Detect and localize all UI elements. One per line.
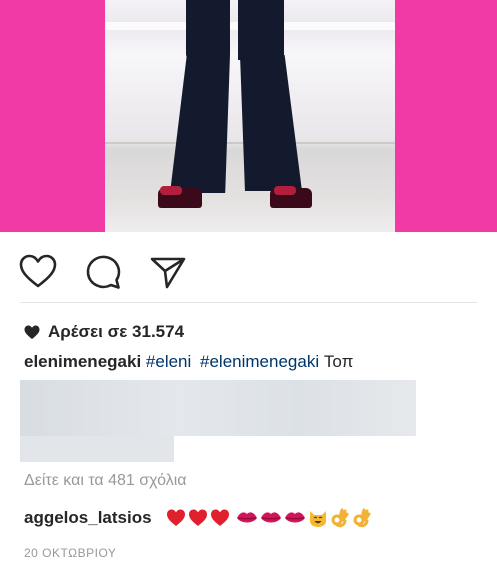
kiss-mark-icon: [284, 512, 305, 523]
post-timestamp: 20 ΟΚΤΩΒΡΙΟΥ: [24, 546, 117, 560]
red-heart-icon: [210, 509, 229, 526]
red-heart-icon: [166, 509, 185, 526]
view-all-comments-link[interactable]: Δείτε και τα 481 σχόλια: [24, 472, 187, 490]
hashtag-link[interactable]: #eleni: [146, 352, 191, 371]
likes-count[interactable]: Αρέσει σε 31.574: [24, 322, 184, 342]
post-actions-bar: [0, 232, 497, 302]
photo-pink-backdrop-left: [0, 0, 105, 232]
smiling-cat-face-icon: [309, 511, 326, 527]
likes-label: Αρέσει σε 31.574: [48, 322, 185, 341]
red-heart-icon: [188, 509, 207, 526]
redacted-caption-line-2: [20, 436, 174, 462]
caption-text: Τοπ: [323, 352, 354, 371]
kiss-mark-icon: [236, 512, 257, 523]
paper-plane-icon[interactable]: [148, 252, 188, 292]
photo-left-leg: [186, 0, 230, 60]
photo-left-shoe-strap: [160, 186, 182, 195]
heart-outline-icon[interactable]: [18, 252, 58, 292]
ok-hand-icon: [353, 508, 371, 528]
photo-right-leg: [238, 0, 284, 60]
ok-hand-icon: [331, 508, 349, 528]
filled-heart-icon: [24, 325, 40, 339]
hashtag-link[interactable]: #elenimenegaki: [200, 352, 319, 371]
post-photo[interactable]: [0, 0, 497, 232]
photo-right-shoe-strap: [274, 186, 296, 195]
comment-username[interactable]: aggelos_latsios: [24, 508, 152, 528]
redacted-caption-line-1: [20, 380, 416, 436]
kiss-mark-icon: [260, 512, 281, 523]
caption-username[interactable]: elenimenegaki: [24, 352, 141, 371]
photo-pink-backdrop-right: [395, 0, 497, 232]
speech-bubble-icon[interactable]: [84, 252, 124, 292]
comment-row: aggelos_latsios: [24, 508, 374, 528]
actions-divider: [20, 302, 477, 303]
post-caption: elenimenegaki #eleni #elenimenegaki Τοπ: [24, 352, 353, 372]
